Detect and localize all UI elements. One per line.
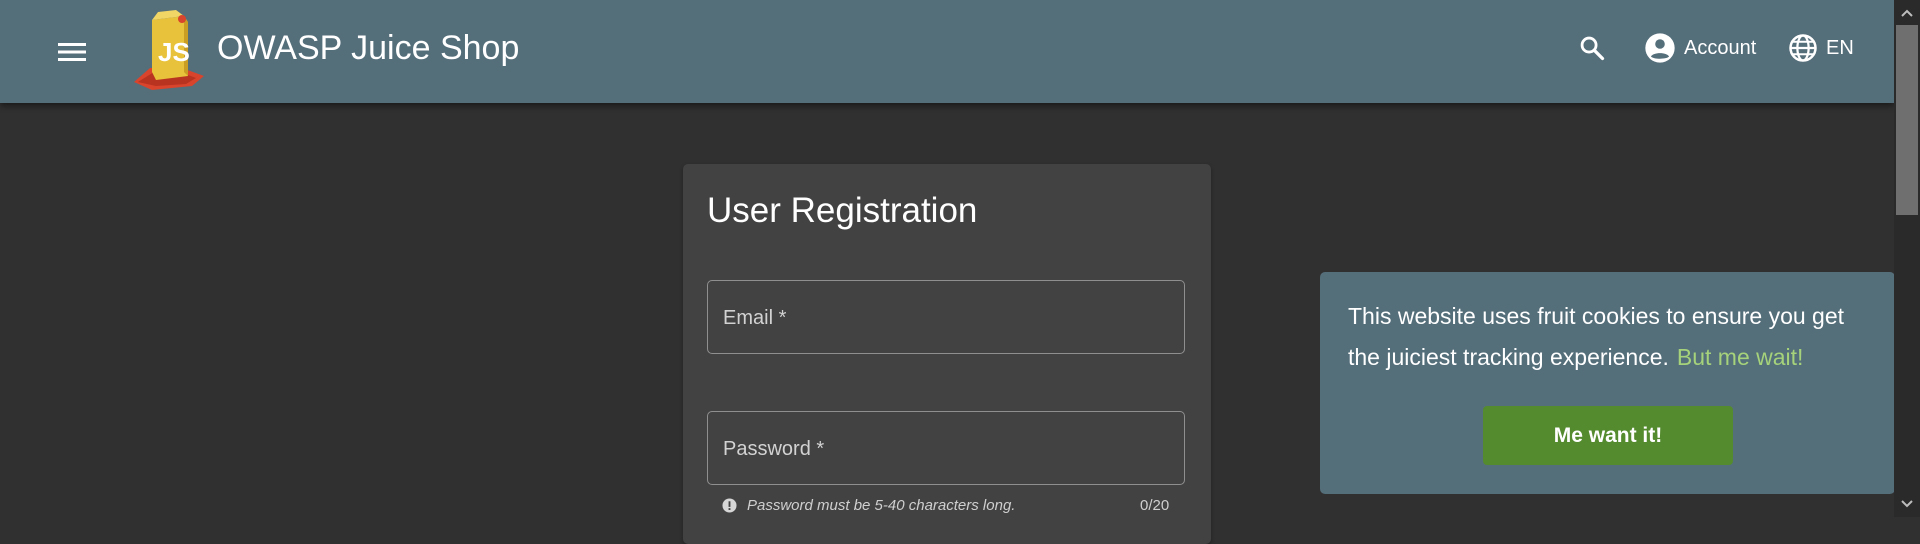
app-title[interactable]: OWASP Juice Shop [217,28,519,68]
language-button[interactable]: EN [1788,30,1854,66]
scrollbar-thumb[interactable] [1896,25,1918,215]
search-button[interactable] [1574,30,1610,66]
email-label: Email * [723,307,787,329]
password-hint: Password must be 5-40 characters long. [747,497,1016,514]
account-label: Account [1684,36,1757,59]
search-icon [1580,36,1605,61]
cookie-message-container: This website uses fruit cookies to ensur… [1348,296,1878,378]
cookie-banner: This website uses fruit cookies to ensur… [1320,272,1895,494]
email-field[interactable]: Email * [707,280,1185,354]
scroll-down-arrow[interactable] [1898,497,1916,511]
svg-text:JS: JS [158,37,190,67]
info-circle-icon [722,498,737,513]
password-label: Password * [723,438,825,460]
account-circle-icon [1645,33,1675,63]
scroll-up-arrow[interactable] [1898,6,1916,20]
chevron-down-icon [1901,500,1913,508]
accept-cookies-button[interactable]: Me want it! [1483,406,1733,465]
chevron-up-icon [1901,9,1913,17]
juice-shop-logo[interactable]: JS [132,6,208,90]
account-button[interactable]: Account [1644,30,1756,66]
cookie-learn-more-link[interactable]: But me wait! [1677,344,1804,370]
menu-button[interactable] [52,32,92,72]
registration-card: User Registration Email * Password * Pas… [683,164,1211,544]
globe-icon [1789,34,1817,62]
vertical-scrollbar[interactable] [1894,0,1920,517]
password-field[interactable]: Password * [707,411,1185,485]
page-title: User Registration [707,191,978,230]
top-toolbar: JS OWASP Juice Shop Account EN [0,0,1894,103]
menu-icon [58,43,86,61]
password-counter: 0/20 [1140,497,1170,514]
language-label: EN [1826,36,1854,59]
